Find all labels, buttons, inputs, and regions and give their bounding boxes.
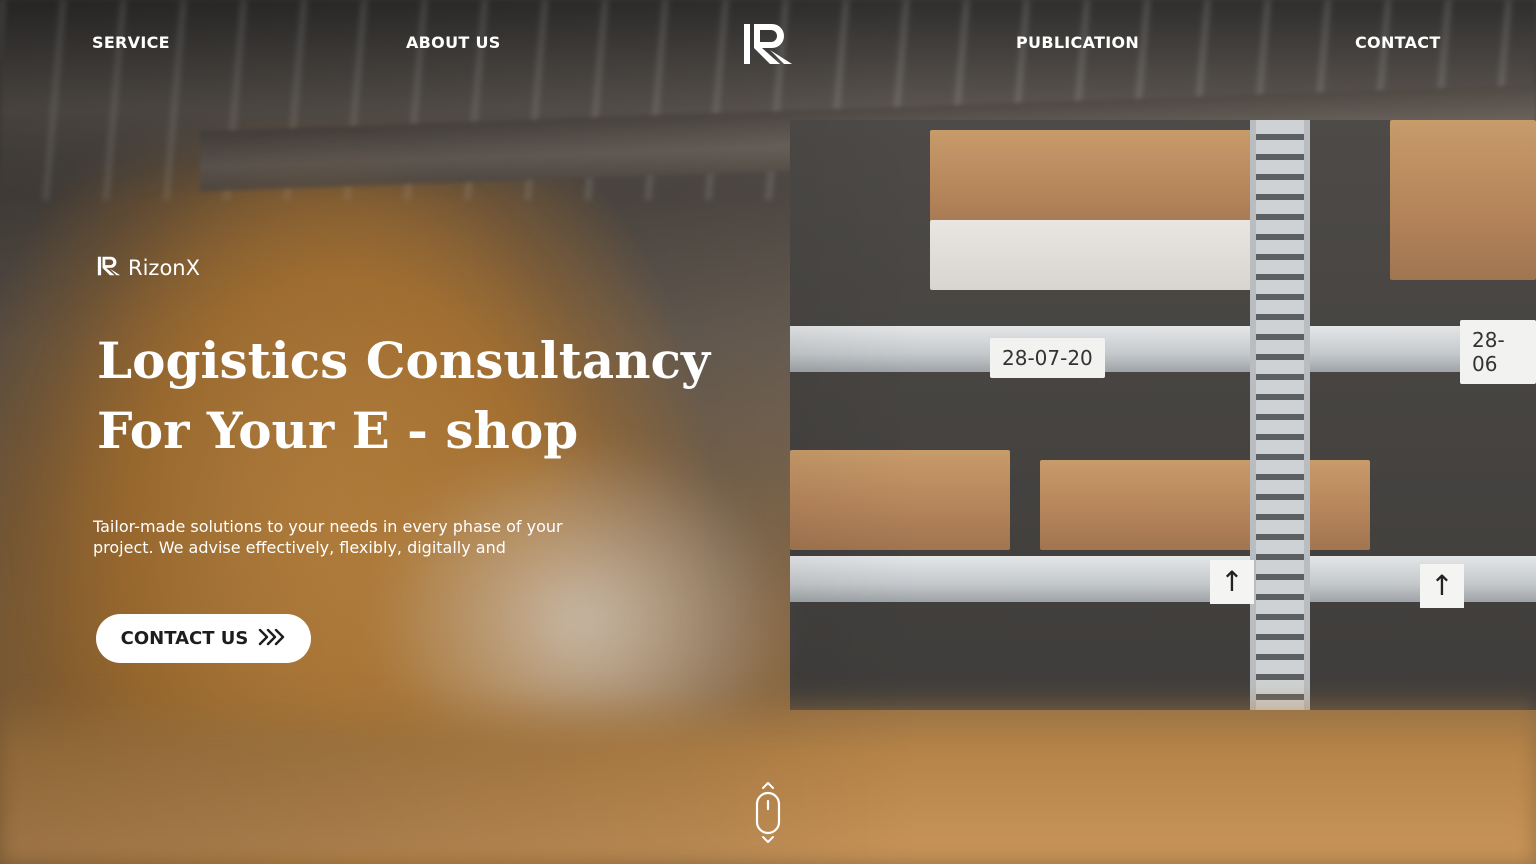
hero-description: Tailor-made solutions to your needs in e… [93, 517, 563, 557]
nav-link-about-us[interactable]: ABOUT US [406, 33, 501, 52]
contact-us-button-label: CONTACT US [120, 628, 249, 649]
rizonx-logo-icon[interactable] [740, 20, 796, 68]
rizonx-logo-icon [96, 254, 122, 282]
triple-chevron-right-icon [258, 628, 286, 649]
hero-title: Logistics Consultancy For Your E - shop [97, 326, 710, 466]
nav-link-publication[interactable]: PUBLICATION [1016, 33, 1139, 52]
hero-section: 28-07-20 28-06 ↑ ↑ SERVICE ABOUT US PUBL… [0, 0, 1536, 864]
hero-title-line-2: For Your E - shop [97, 401, 579, 460]
nav-link-contact[interactable]: CONTACT [1355, 33, 1441, 52]
brand-name: RizonX [128, 256, 200, 280]
brand-mark: RizonX [96, 254, 200, 282]
hero-title-line-1: Logistics Consultancy [97, 331, 711, 390]
mouse-scroll-icon[interactable] [752, 782, 784, 844]
nav-link-service[interactable]: SERVICE [92, 33, 170, 52]
contact-us-button[interactable]: CONTACT US [96, 614, 311, 663]
